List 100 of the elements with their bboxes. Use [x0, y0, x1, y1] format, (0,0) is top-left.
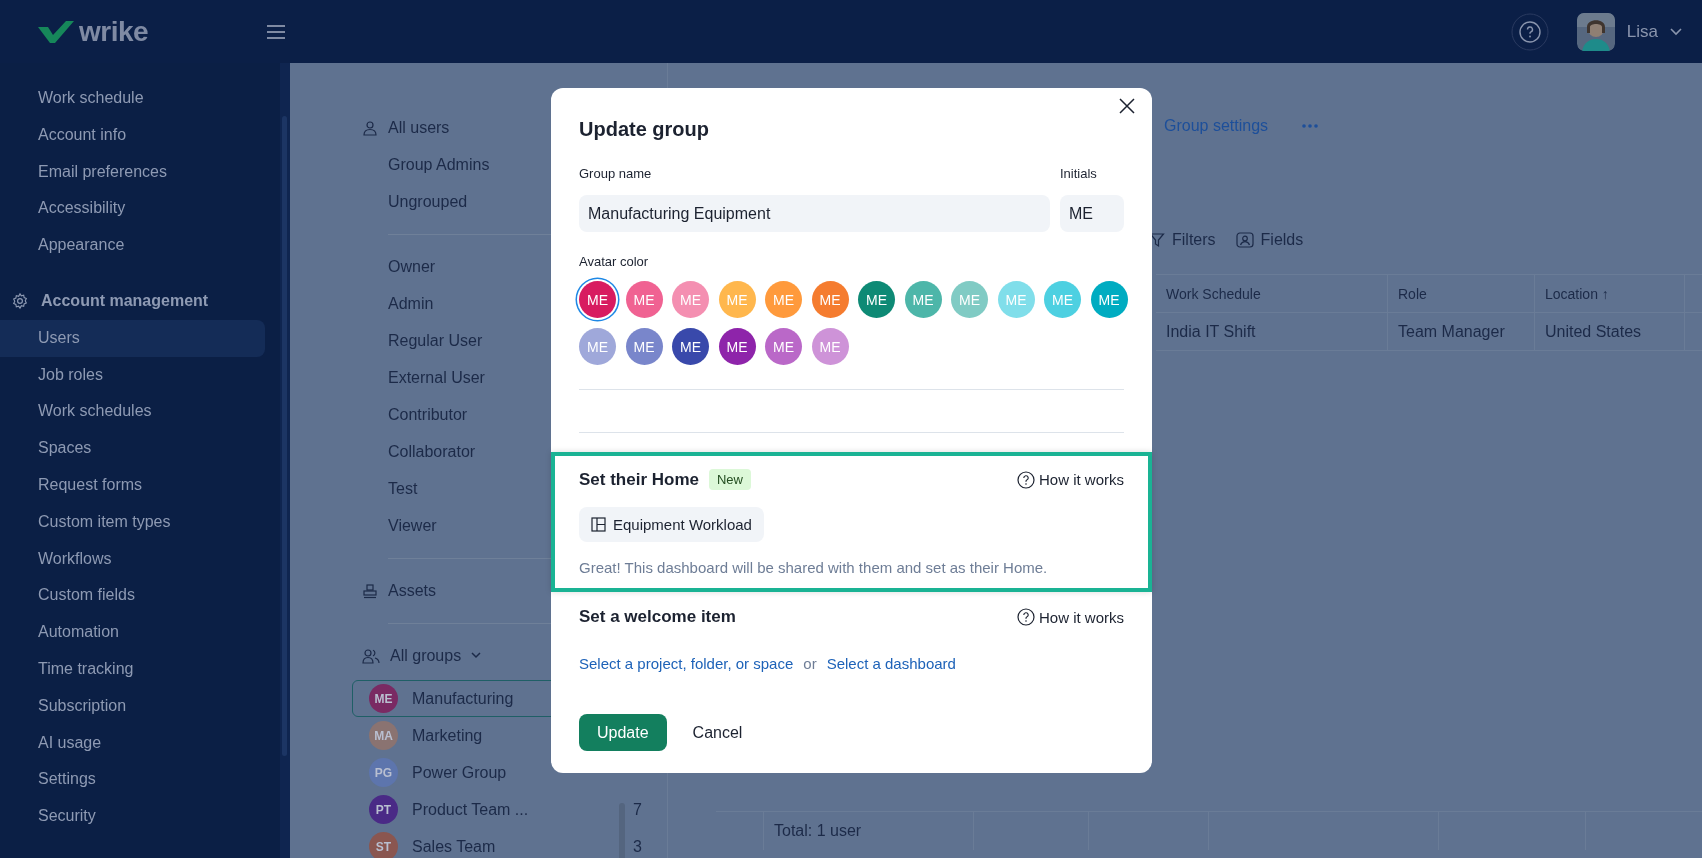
filter-item[interactable]: Admin — [388, 294, 434, 313]
group-item[interactable]: PG Power Group — [352, 754, 652, 791]
sidebar-item[interactable]: Settings — [0, 761, 265, 799]
people-icon — [362, 647, 380, 664]
table-cell: Team Manager — [1388, 313, 1535, 350]
sidebar-item[interactable]: Automation — [0, 614, 265, 651]
help-icon[interactable] — [1510, 12, 1549, 51]
caret-icon[interactable] — [1670, 27, 1682, 36]
section-title: Set their Home — [579, 469, 699, 490]
groups-dropdown[interactable]: All groups — [390, 646, 462, 665]
sidebar-item[interactable]: Users — [0, 319, 265, 357]
avatar-color-option[interactable]: ME — [765, 281, 802, 318]
table-cell: India IT Shift — [1156, 313, 1388, 350]
sidebar-item[interactable]: Workflows — [0, 540, 265, 578]
group-item[interactable]: PT Product Team ... 7 — [352, 791, 652, 828]
group-avatar: ST — [369, 832, 398, 858]
fields-button[interactable]: Fields — [1235, 231, 1304, 249]
funnel-icon — [1149, 232, 1165, 248]
person-icon — [362, 119, 378, 136]
sidebar-item[interactable]: Custom fields — [0, 577, 265, 615]
or-text: or — [803, 655, 817, 672]
group-name-field[interactable]: Manufacturing Equipment — [579, 195, 1050, 232]
field-label: Initials — [1060, 166, 1098, 181]
sidebar-item[interactable]: Request forms — [0, 466, 265, 504]
sidebar-item[interactable]: Subscription — [0, 687, 265, 725]
avatar-color-option[interactable]: ME — [718, 328, 756, 365]
help-icon — [1017, 470, 1035, 489]
person-card-icon — [1235, 232, 1254, 248]
avatar-color-option[interactable]: ME — [579, 328, 616, 365]
sidebar-item[interactable]: Job roles — [0, 356, 265, 394]
help-link[interactable]: How it works — [1017, 470, 1124, 489]
sidebar-item[interactable]: Accessibility — [0, 190, 265, 228]
filter-item[interactable]: All users — [388, 118, 450, 137]
dashboard-chip[interactable]: Equipment Workload — [579, 507, 764, 542]
select-dashboard-link[interactable]: Select a dashboard — [826, 655, 956, 672]
avatar-color-option[interactable]: ME — [858, 281, 895, 318]
user-name[interactable]: Lisa — [1626, 21, 1658, 42]
avatar-color-option[interactable]: ME — [811, 281, 849, 318]
avatar-color-option[interactable]: ME — [625, 281, 663, 318]
sidebar-item[interactable]: AI usage — [0, 724, 265, 762]
filter-item[interactable]: Ungrouped — [388, 192, 468, 211]
field-label: Group name — [579, 166, 653, 181]
help-icon — [1017, 608, 1035, 626]
chevron-icon[interactable] — [471, 652, 482, 659]
group-item[interactable]: ST Sales Team 3 — [352, 828, 652, 858]
menu-icon[interactable] — [266, 23, 286, 40]
group-avatar: PT — [369, 795, 398, 824]
avatar-color-option[interactable]: ME — [1044, 281, 1081, 318]
sidebar-item[interactable]: Time tracking — [0, 650, 265, 688]
filter-item[interactable]: Contributor — [388, 405, 468, 424]
avatar-color-option[interactable]: ME — [951, 281, 988, 318]
checkmark-logo-icon — [38, 20, 74, 43]
section-heading: Account management — [41, 292, 209, 311]
sidebar-item[interactable]: Work schedule — [0, 80, 265, 117]
close-icon[interactable] — [1119, 98, 1135, 114]
filter-item[interactable]: Test — [388, 479, 418, 498]
help-link[interactable]: How it works — [1017, 608, 1124, 626]
avatar-color-option[interactable]: ME — [765, 328, 802, 365]
dialog-title: Update group — [579, 118, 710, 142]
filters-button[interactable]: Filters — [1149, 231, 1216, 249]
filter-item[interactable]: Assets — [388, 581, 436, 600]
avatar-color-option[interactable]: ME — [672, 328, 709, 365]
update-button[interactable]: Update — [579, 714, 667, 751]
initials-field[interactable]: ME — [1060, 195, 1124, 232]
stamp-icon — [362, 582, 378, 599]
section-title: Set a welcome item — [579, 607, 736, 627]
filter-item[interactable]: External User — [388, 368, 485, 387]
settings-icon — [11, 292, 29, 311]
filter-item[interactable]: Group Admins — [388, 155, 490, 174]
column-header[interactable]: Work Schedule — [1156, 275, 1388, 312]
group-avatar: PG — [369, 758, 398, 787]
avatar-color-option[interactable]: ME — [1090, 281, 1128, 318]
avatar-color-option[interactable]: ME — [811, 328, 849, 365]
sidebar-item[interactable]: Spaces — [0, 430, 265, 467]
filter-item[interactable]: Owner — [388, 257, 436, 276]
group-avatar: MA — [369, 721, 398, 750]
sidebar-item[interactable]: Appearance — [0, 227, 265, 264]
sidebar-item[interactable]: Work schedules — [0, 393, 265, 431]
avatar-color-option[interactable]: ME — [625, 328, 663, 365]
select-project-link[interactable]: Select a project, folder, or space — [579, 655, 794, 672]
filter-item[interactable]: Regular User — [388, 331, 483, 350]
column-header[interactable]: Role — [1388, 275, 1535, 312]
new-badge: New — [709, 469, 751, 490]
sidebar-item[interactable]: Security — [0, 798, 265, 835]
filter-item[interactable]: Collaborator — [388, 442, 476, 461]
sidebar-item[interactable]: Account info — [0, 116, 265, 154]
table-cell: United States — [1535, 313, 1685, 350]
total-count: Total: 1 user — [764, 812, 974, 850]
filter-item[interactable]: Viewer — [388, 516, 437, 535]
cancel-button[interactable]: Cancel — [692, 723, 743, 742]
column-header[interactable]: Location ↑ — [1535, 275, 1685, 312]
avatar-color-option[interactable]: ME — [672, 281, 709, 318]
home-note: Great! This dashboard will be shared with them and set as their Home. — [579, 559, 1049, 576]
dashboard-icon — [591, 517, 606, 532]
group-avatar: ME — [369, 684, 398, 713]
sidebar-item[interactable]: Email preferences — [0, 153, 265, 191]
avatar-color-option[interactable]: ME — [904, 281, 942, 318]
field-label: Avatar color — [579, 254, 650, 269]
avatar-color-option[interactable]: ME — [579, 281, 616, 318]
sidebar-item[interactable]: Custom item types — [0, 503, 265, 541]
